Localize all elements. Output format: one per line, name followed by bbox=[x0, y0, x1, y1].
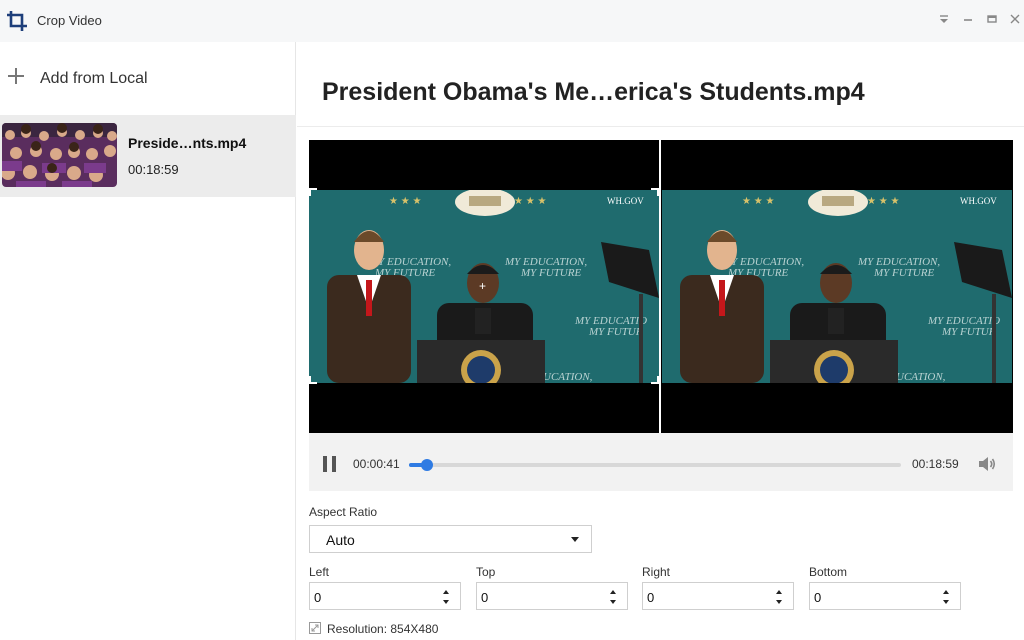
video-title: President Obama's Me…erica's Students.mp… bbox=[322, 78, 865, 106]
aspect-ratio-value: Auto bbox=[326, 532, 355, 548]
aspect-ratio-label: Aspect Ratio bbox=[309, 505, 378, 519]
crosshair-icon[interactable]: + bbox=[479, 280, 486, 292]
preview-divider bbox=[659, 140, 661, 433]
stepper-icon[interactable] bbox=[775, 589, 783, 605]
minimize-icon[interactable] bbox=[961, 12, 975, 28]
add-from-local-button[interactable]: Add from Local bbox=[0, 60, 296, 100]
svg-text:MY FUTUR: MY FUTUR bbox=[588, 326, 643, 338]
video-thumbnail bbox=[2, 123, 117, 187]
crop-left-value: 0 bbox=[314, 590, 322, 605]
add-from-local-label: Add from Local bbox=[40, 70, 148, 87]
source-preview[interactable]: ★ ★ ★ ★ ★ ★ WH.GOV MY EDUCATION, MY FUTURE… bbox=[309, 140, 659, 433]
stepper-icon[interactable] bbox=[609, 589, 617, 605]
seek-handle[interactable] bbox=[420, 459, 433, 471]
crop-top-input[interactable]: 0 bbox=[476, 582, 628, 610]
title-bar: Crop Video bbox=[0, 0, 1024, 42]
svg-text:MY FUTURE: MY FUTURE bbox=[873, 267, 934, 279]
stepper-icon[interactable] bbox=[942, 589, 950, 605]
resolution-text: Resolution: 854X480 bbox=[327, 622, 439, 636]
svg-text:★ ★ ★: ★ ★ ★ bbox=[742, 196, 774, 207]
current-time: 00:00:41 bbox=[353, 457, 400, 471]
aspect-ratio-select[interactable]: Auto bbox=[309, 525, 592, 553]
stepper-icon[interactable] bbox=[442, 589, 450, 605]
pause-icon bbox=[323, 456, 327, 472]
volume-icon[interactable] bbox=[977, 455, 997, 473]
output-frame: ★ ★ ★ ★ ★ ★ WH.GOV MY EDUCATION,MY FUTURE… bbox=[662, 190, 1012, 383]
file-list-item[interactable]: Preside…nts.mp4 00:18:59 bbox=[0, 115, 296, 197]
crop-bottom-label: Bottom bbox=[809, 565, 848, 579]
svg-text:UCATION,: UCATION, bbox=[896, 371, 946, 383]
svg-text:★ ★ ★: ★ ★ ★ bbox=[514, 196, 546, 207]
svg-text:MY FUTURE: MY FUTURE bbox=[520, 267, 581, 279]
crop-top-value: 0 bbox=[481, 590, 489, 605]
crop-right-value: 0 bbox=[647, 590, 655, 605]
watermark-text: WH.GOV bbox=[607, 196, 644, 206]
sidebar: Add from Local Preside…nts.mp4 00:18:59 bbox=[0, 42, 296, 640]
plus-icon bbox=[8, 68, 24, 84]
crop-right-input[interactable]: 0 bbox=[642, 582, 794, 610]
crop-right-label: Right bbox=[642, 565, 671, 579]
pause-button[interactable] bbox=[323, 456, 337, 472]
svg-text:MY FUTUR: MY FUTUR bbox=[941, 326, 996, 338]
crop-left-label: Left bbox=[309, 565, 330, 579]
divider bbox=[297, 126, 1024, 127]
svg-text:★ ★ ★: ★ ★ ★ bbox=[867, 196, 899, 207]
svg-text:★ ★ ★: ★ ★ ★ bbox=[389, 196, 421, 207]
file-name: Preside…nts.mp4 bbox=[128, 135, 247, 151]
preview-area: ★ ★ ★ ★ ★ ★ WH.GOV MY EDUCATION, MY FUTURE… bbox=[309, 140, 1013, 433]
expand-icon bbox=[309, 622, 321, 634]
file-duration: 00:18:59 bbox=[128, 162, 179, 177]
total-time: 00:18:59 bbox=[912, 457, 959, 471]
dropdown-icon[interactable] bbox=[937, 12, 951, 28]
crop-bottom-value: 0 bbox=[814, 590, 822, 605]
crop-handle-bottom-left[interactable] bbox=[309, 376, 317, 384]
crop-handle-top-left[interactable] bbox=[309, 188, 317, 196]
seek-bar[interactable] bbox=[409, 459, 901, 471]
close-icon[interactable] bbox=[1008, 12, 1022, 28]
crop-handle-bottom-right[interactable] bbox=[651, 376, 659, 384]
window-title: Crop Video bbox=[37, 13, 102, 28]
player-controls: 00:00:41 00:18:59 bbox=[309, 433, 1013, 491]
main-panel: President Obama's Me…erica's Students.mp… bbox=[297, 42, 1024, 640]
watermark-text: WH.GOV bbox=[960, 196, 997, 206]
crop-handle-top-right[interactable] bbox=[651, 188, 659, 196]
crop-bottom-input[interactable]: 0 bbox=[809, 582, 961, 610]
crop-icon bbox=[7, 11, 27, 31]
maximize-icon[interactable] bbox=[985, 12, 999, 28]
crop-top-label: Top bbox=[476, 565, 496, 579]
svg-text:UCATION,: UCATION, bbox=[543, 371, 593, 383]
output-preview: ★ ★ ★ ★ ★ ★ WH.GOV MY EDUCATION, MY FUTURE… bbox=[662, 140, 1012, 433]
chevron-down-icon bbox=[571, 537, 579, 542]
crop-left-input[interactable]: 0 bbox=[309, 582, 461, 610]
